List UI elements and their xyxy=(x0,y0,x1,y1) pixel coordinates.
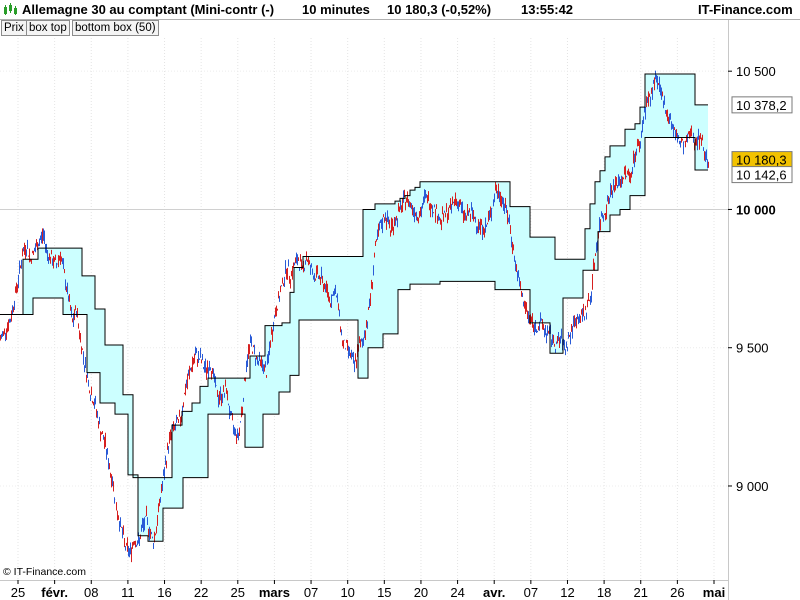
x-tick-label: 24 xyxy=(450,585,464,600)
x-tick-label: 18 xyxy=(597,585,611,600)
x-tick-label: 16 xyxy=(157,585,171,600)
x-tick-label: avr. xyxy=(483,585,505,600)
price-label: 10 180,3 xyxy=(736,153,787,168)
x-tick-label: 25 xyxy=(231,585,245,600)
x-tick-label: 12 xyxy=(560,585,574,600)
x-tick-label: 21 xyxy=(634,585,648,600)
x-tick-label: mars xyxy=(259,585,290,600)
x-tick-label: févr. xyxy=(41,585,68,600)
x-tick-label: 25 xyxy=(11,585,25,600)
x-tick-label: 15 xyxy=(377,585,391,600)
copyright-notice: © IT-Finance.com xyxy=(3,566,87,578)
price-chart[interactable]: 9 0009 50010 00010 50010 378,210 180,310… xyxy=(0,0,800,600)
y-tick-label: 10 000 xyxy=(736,202,776,217)
price-label: 10 378,2 xyxy=(736,98,787,113)
x-tick-label: 20 xyxy=(414,585,428,600)
x-tick-label: 10 xyxy=(340,585,354,600)
x-tick-label: mai xyxy=(703,585,725,600)
y-tick-label: 10 500 xyxy=(736,64,776,79)
x-tick-label: 07 xyxy=(524,585,538,600)
box-band-fill xyxy=(0,73,708,542)
x-tick-label: 22 xyxy=(194,585,208,600)
x-tick-label: 11 xyxy=(121,585,135,600)
x-tick-label: 26 xyxy=(670,585,684,600)
y-tick-label: 9 500 xyxy=(736,341,769,356)
x-tick-label: 08 xyxy=(84,585,98,600)
price-label: 10 142,6 xyxy=(736,168,787,183)
y-tick-label: 9 000 xyxy=(736,479,769,494)
x-tick-label: 07 xyxy=(304,585,318,600)
